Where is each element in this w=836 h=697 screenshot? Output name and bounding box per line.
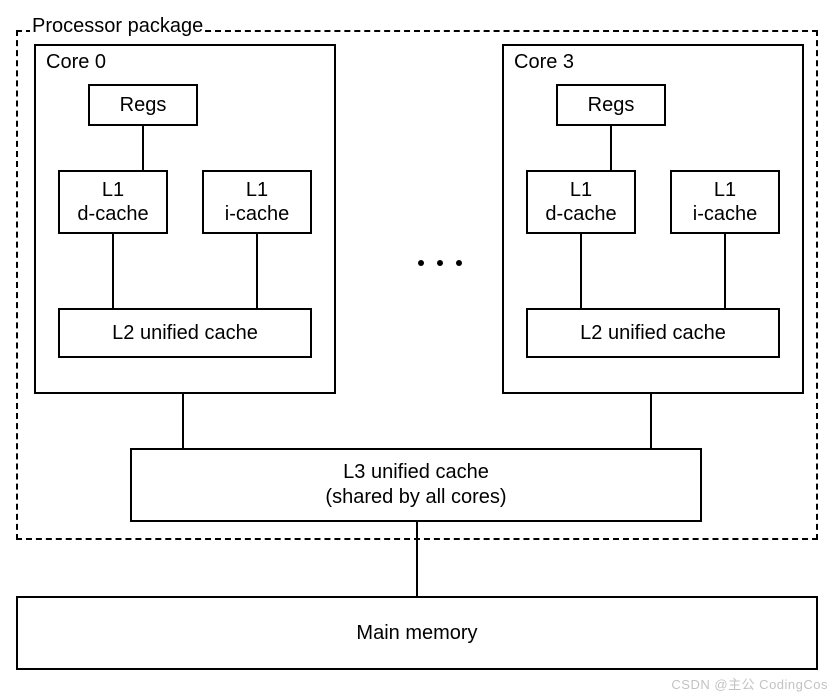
l1d-line1: L1	[102, 178, 124, 202]
l1i-line2: i-cache	[225, 202, 289, 226]
connector-l2-l3-core3	[650, 394, 652, 448]
watermark-text: CSDN @主公 CodingCos	[671, 674, 828, 693]
core-0-l2-cache: L2 unified cache	[58, 308, 312, 358]
connector-l1d-l2-core3	[580, 234, 582, 308]
l1i-line2: i-cache	[693, 202, 757, 226]
core-3-label: Core 3	[514, 51, 574, 74]
l3-line2: (shared by all cores)	[325, 485, 506, 510]
l1d-line1: L1	[570, 178, 592, 202]
main-memory-box: Main memory	[16, 596, 818, 670]
processor-package-label: Processor package	[30, 15, 205, 38]
l3-cache-box: L3 unified cache (shared by all cores)	[130, 448, 702, 522]
core-0-l1-dcache: L1 d-cache	[58, 170, 168, 234]
core-3-box: Core 3 Regs L1 d-cache L1 i-cache L2 uni…	[502, 44, 804, 394]
connector-l2-l3-core0	[182, 394, 184, 448]
core-0-label: Core 0	[46, 51, 106, 74]
connector-l1i-l2-core3	[724, 234, 726, 308]
core-3-l1-icache: L1 i-cache	[670, 170, 780, 234]
core-0-box: Core 0 Regs L1 d-cache L1 i-cache L2 uni…	[34, 44, 336, 394]
connector-regs-l1d-core3	[610, 126, 612, 170]
processor-package-box: Core 0 Regs L1 d-cache L1 i-cache L2 uni…	[16, 30, 818, 540]
connector-l3-mainmem	[416, 520, 418, 596]
core-3-l2-cache: L2 unified cache	[526, 308, 780, 358]
connector-l1d-l2-core0	[112, 234, 114, 308]
l3-line1: L3 unified cache	[343, 460, 489, 485]
l1i-line1: L1	[246, 178, 268, 202]
connector-regs-l1d-core0	[142, 126, 144, 170]
core-3-l1-dcache: L1 d-cache	[526, 170, 636, 234]
l1i-line1: L1	[714, 178, 736, 202]
core-3-regs: Regs	[556, 84, 666, 126]
l1d-line2: d-cache	[77, 202, 148, 226]
l1d-line2: d-cache	[545, 202, 616, 226]
ellipsis-icon	[418, 260, 462, 266]
core-0-l1-icache: L1 i-cache	[202, 170, 312, 234]
connector-l1i-l2-core0	[256, 234, 258, 308]
core-0-regs: Regs	[88, 84, 198, 126]
